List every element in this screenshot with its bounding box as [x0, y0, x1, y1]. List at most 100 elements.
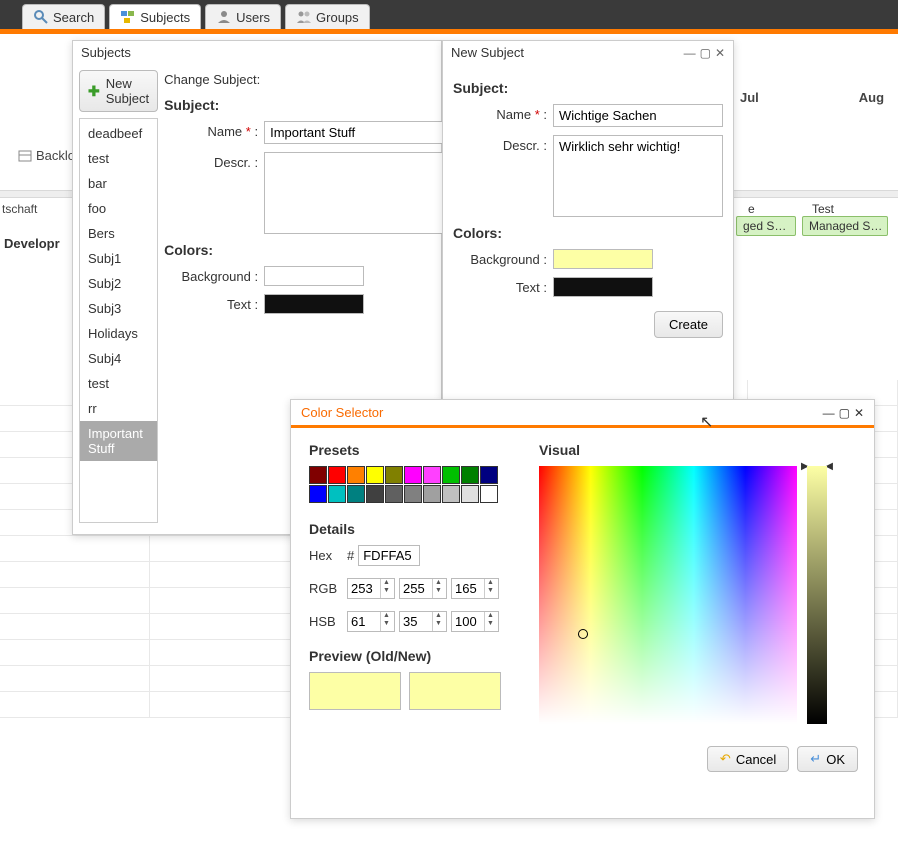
minimize-icon[interactable]: —	[684, 46, 696, 60]
subject-item[interactable]: test	[80, 146, 157, 171]
rgb-g-input[interactable]	[400, 579, 432, 598]
name-input[interactable]	[264, 121, 452, 144]
subjects-tab[interactable]: Subjects	[109, 4, 201, 29]
cs-maximize-icon[interactable]: ▢	[839, 406, 850, 420]
hsb-s-stepper[interactable]: ▲▼	[399, 611, 447, 632]
subject-list[interactable]: deadbeeftestbarfooBersSubj1Subj2Subj3Hol…	[79, 118, 158, 523]
preset-swatch[interactable]	[404, 466, 422, 484]
rgb-r-stepper[interactable]: ▲▼	[347, 578, 395, 599]
sv-picker[interactable]	[539, 466, 797, 724]
preset-swatch[interactable]	[480, 485, 498, 503]
up-arrow-icon[interactable]: ▲	[485, 579, 496, 587]
preset-swatch[interactable]	[328, 466, 346, 484]
ns-name-input[interactable]	[553, 104, 723, 127]
preset-swatch[interactable]	[385, 485, 403, 503]
down-arrow-icon[interactable]: ▼	[433, 587, 444, 595]
preset-swatch[interactable]	[423, 485, 441, 503]
sv-cursor[interactable]	[578, 629, 588, 639]
hsb-h-stepper[interactable]: ▲▼	[347, 611, 395, 632]
hsb-s-input[interactable]	[400, 612, 432, 631]
subject-item[interactable]: Holidays	[80, 321, 157, 346]
subject-item[interactable]: Subj4	[80, 346, 157, 371]
subject-item[interactable]: Subj2	[80, 271, 157, 296]
preview-heading: Preview (Old/New)	[309, 648, 509, 664]
rgb-r-input[interactable]	[348, 579, 380, 598]
down-arrow-icon[interactable]: ▼	[485, 587, 496, 595]
subject-item[interactable]: foo	[80, 196, 157, 221]
preset-swatch[interactable]	[461, 485, 479, 503]
ns-descr-textarea[interactable]	[553, 135, 723, 217]
preset-swatch[interactable]	[309, 485, 327, 503]
preset-swatch[interactable]	[385, 466, 403, 484]
up-arrow-icon[interactable]: ▲	[433, 612, 444, 620]
cancel-button[interactable]: ↶ Cancel	[707, 746, 789, 772]
subject-item[interactable]: test	[80, 371, 157, 396]
search-label: Search	[53, 10, 94, 25]
ok-button[interactable]: ↵ OK	[797, 746, 858, 772]
close-icon[interactable]: ✕	[715, 46, 725, 60]
value-strip[interactable]	[807, 466, 827, 724]
maximize-icon[interactable]: ▢	[700, 46, 711, 60]
hex-input[interactable]	[358, 545, 420, 566]
up-arrow-icon[interactable]: ▲	[381, 579, 392, 587]
subject-item[interactable]: Subj3	[80, 296, 157, 321]
preset-grid	[309, 466, 509, 503]
down-arrow-icon[interactable]: ▼	[485, 620, 496, 628]
ns-descr-label: Descr. :	[453, 135, 553, 153]
preset-swatch[interactable]	[309, 466, 327, 484]
text-color-swatch[interactable]	[264, 294, 364, 314]
subject-item[interactable]: Bers	[80, 221, 157, 246]
cs-close-icon[interactable]: ✕	[854, 406, 864, 420]
visual-heading: Visual	[539, 442, 856, 458]
undo-icon: ↶	[720, 751, 731, 767]
preset-swatch[interactable]	[442, 485, 460, 503]
subjects-window-title-bar[interactable]: Subjects	[73, 41, 441, 64]
ns-text-color-swatch[interactable]	[553, 277, 653, 297]
subject-item[interactable]: Important Stuff	[80, 421, 157, 461]
preset-swatch[interactable]	[347, 466, 365, 484]
bg-color-swatch[interactable]	[264, 266, 364, 286]
subject-item[interactable]: bar	[80, 171, 157, 196]
down-arrow-icon[interactable]: ▼	[381, 620, 392, 628]
groups-tab[interactable]: Groups	[285, 4, 370, 29]
subject-item[interactable]: deadbeef	[80, 121, 157, 146]
hsb-b-input[interactable]	[452, 612, 484, 631]
preset-swatch[interactable]	[461, 466, 479, 484]
pill-a[interactable]: ged S…	[736, 216, 796, 236]
pill-b[interactable]: Managed S…	[802, 216, 888, 236]
preset-swatch[interactable]	[442, 466, 460, 484]
subject-item[interactable]: rr	[80, 396, 157, 421]
up-arrow-icon[interactable]: ▲	[381, 612, 392, 620]
hsb-h-input[interactable]	[348, 612, 380, 631]
rgb-g-stepper[interactable]: ▲▼	[399, 578, 447, 599]
preset-swatch[interactable]	[366, 466, 384, 484]
down-arrow-icon[interactable]: ▼	[433, 620, 444, 628]
preview-old-swatch	[309, 672, 401, 710]
preset-swatch[interactable]	[366, 485, 384, 503]
rgb-b-stepper[interactable]: ▲▼	[451, 578, 499, 599]
category-label: tschaft	[2, 202, 37, 216]
down-arrow-icon[interactable]: ▼	[381, 587, 392, 595]
new-subject-window: New Subject — ▢ ✕ Subject: Name * : Desc…	[442, 40, 734, 400]
search-tab[interactable]: Search	[22, 4, 105, 29]
color-selector-title-bar[interactable]: Color Selector — ▢ ✕	[291, 400, 874, 428]
cs-minimize-icon[interactable]: —	[823, 406, 835, 420]
create-button[interactable]: Create	[654, 311, 723, 338]
up-arrow-icon[interactable]: ▲	[485, 612, 496, 620]
top-toolbar: Search Subjects Users Groups	[0, 0, 898, 34]
rgb-b-input[interactable]	[452, 579, 484, 598]
preset-swatch[interactable]	[404, 485, 422, 503]
preset-swatch[interactable]	[480, 466, 498, 484]
subject-item[interactable]: Subj1	[80, 246, 157, 271]
ns-bg-color-swatch[interactable]	[553, 249, 653, 269]
users-tab[interactable]: Users	[205, 4, 281, 29]
preset-swatch[interactable]	[423, 466, 441, 484]
preset-swatch[interactable]	[347, 485, 365, 503]
hsb-b-stepper[interactable]: ▲▼	[451, 611, 499, 632]
preset-swatch[interactable]	[328, 485, 346, 503]
col-test: Test	[812, 202, 834, 216]
descr-textarea[interactable]	[264, 152, 452, 234]
up-arrow-icon[interactable]: ▲	[433, 579, 444, 587]
new-subject-button[interactable]: ✚ New Subject	[79, 70, 158, 112]
new-subject-title-bar[interactable]: New Subject — ▢ ✕	[443, 41, 733, 64]
